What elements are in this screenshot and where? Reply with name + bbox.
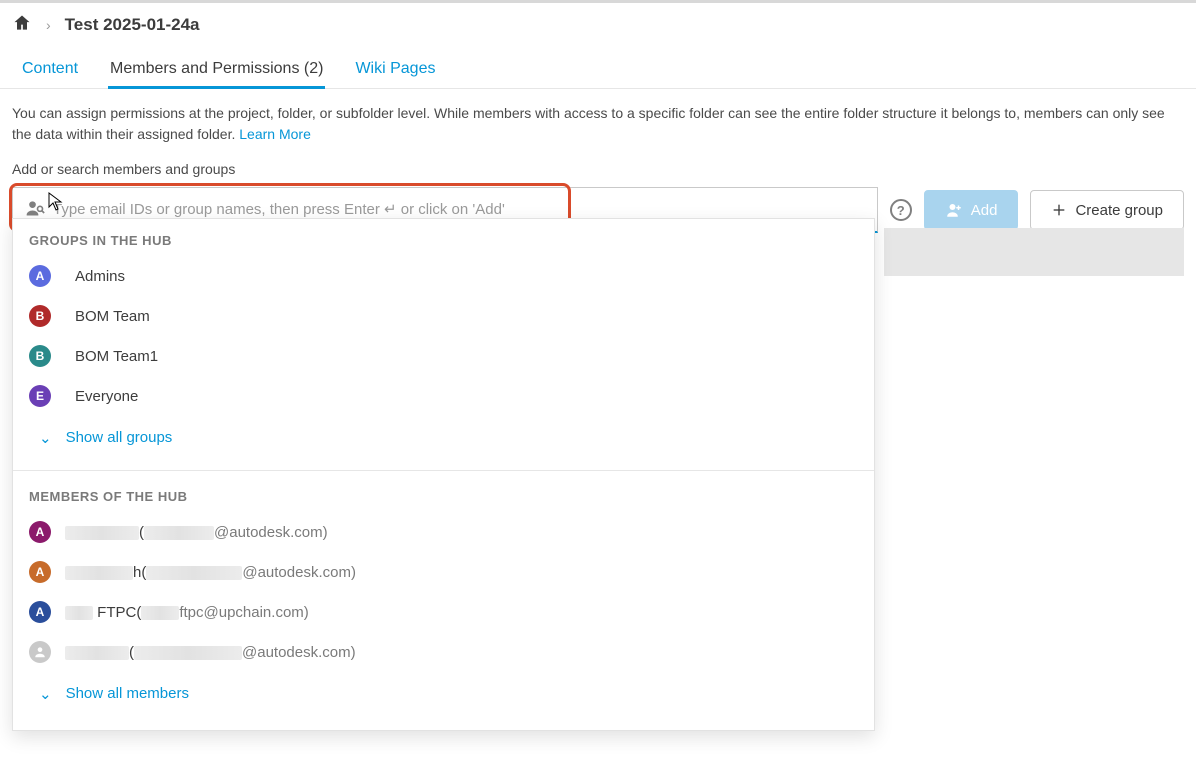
group-avatar: A: [29, 265, 51, 287]
info-body: You can assign permissions at the projec…: [12, 105, 1165, 142]
group-avatar: B: [29, 345, 51, 367]
learn-more-link[interactable]: Learn More: [239, 126, 311, 142]
tab-wiki[interactable]: Wiki Pages: [353, 50, 437, 88]
member-domain: @autodesk.com): [214, 524, 328, 541]
redacted-name: [65, 526, 139, 540]
member-item[interactable]: A (@autodesk.com): [13, 512, 874, 552]
show-all-groups-label: Show all groups: [66, 429, 173, 446]
redacted-email: [141, 606, 179, 620]
create-group-label: Create group: [1075, 202, 1163, 219]
breadcrumb: › Test 2025-01-24a: [0, 3, 1196, 46]
group-avatar: E: [29, 385, 51, 407]
member-item[interactable]: (@autodesk.com): [13, 632, 874, 672]
help-icon[interactable]: ?: [890, 199, 912, 221]
group-name: Admins: [75, 268, 125, 285]
background-strip: [884, 228, 1184, 276]
member-label: (@autodesk.com): [65, 524, 328, 541]
redacted-name: [65, 606, 93, 620]
show-all-groups[interactable]: ⌄ Show all groups: [13, 416, 874, 458]
redacted-name: [65, 646, 129, 660]
home-icon[interactable]: [12, 13, 32, 36]
project-title[interactable]: Test 2025-01-24a: [65, 15, 200, 35]
group-item[interactable]: B BOM Team: [13, 296, 874, 336]
member-item[interactable]: Ah(@autodesk.com): [13, 552, 874, 592]
member-avatar: A: [29, 561, 51, 583]
member-avatar: A: [29, 601, 51, 623]
member-domain: @autodesk.com): [242, 644, 356, 661]
add-button[interactable]: Add: [924, 190, 1019, 230]
chevron-down-icon: ⌄: [39, 429, 52, 447]
show-all-members-label: Show all members: [66, 685, 189, 702]
member-domain: @autodesk.com): [242, 564, 356, 581]
search-input[interactable]: [53, 201, 865, 218]
show-all-members[interactable]: ⌄ Show all members: [13, 672, 874, 714]
tab-members[interactable]: Members and Permissions (2): [108, 50, 325, 88]
group-item[interactable]: E Everyone: [13, 376, 874, 416]
search-dropdown: GROUPS IN THE HUB A Admins B BOM Team B BOM T…: [12, 218, 875, 731]
dropdown-divider: [13, 470, 874, 471]
add-button-label: Add: [971, 202, 998, 219]
member-item[interactable]: A FTPC(ftpc@upchain.com): [13, 592, 874, 632]
tabs: Content Members and Permissions (2) Wiki…: [0, 50, 1196, 89]
create-group-button[interactable]: Create group: [1030, 190, 1184, 230]
plus-icon: [1051, 202, 1067, 218]
group-name: BOM Team1: [75, 348, 158, 365]
group-avatar: B: [29, 305, 51, 327]
member-label: FTPC(ftpc@upchain.com): [65, 604, 309, 621]
member-domain: ftpc@upchain.com): [179, 604, 308, 621]
dropdown-members-header: MEMBERS OF THE HUB: [13, 475, 874, 512]
chevron-right-icon: ›: [46, 17, 51, 33]
group-name: BOM Team: [75, 308, 150, 325]
member-label: (@autodesk.com): [65, 644, 356, 661]
group-name: Everyone: [75, 388, 138, 405]
chevron-down-icon: ⌄: [39, 685, 52, 703]
tab-content[interactable]: Content: [20, 50, 80, 88]
person-add-icon: [945, 201, 963, 219]
redacted-email: [144, 526, 214, 540]
search-section-label: Add or search members and groups: [0, 151, 1196, 183]
member-avatar: [29, 641, 51, 663]
info-text: You can assign permissions at the projec…: [0, 89, 1196, 151]
redacted-name: [65, 566, 133, 580]
dropdown-groups-header: GROUPS IN THE HUB: [13, 219, 874, 256]
redacted-email: [134, 646, 242, 660]
group-item[interactable]: A Admins: [13, 256, 874, 296]
member-label: h(@autodesk.com): [65, 564, 356, 581]
redacted-email: [146, 566, 242, 580]
member-avatar: A: [29, 521, 51, 543]
group-item[interactable]: B BOM Team1: [13, 336, 874, 376]
